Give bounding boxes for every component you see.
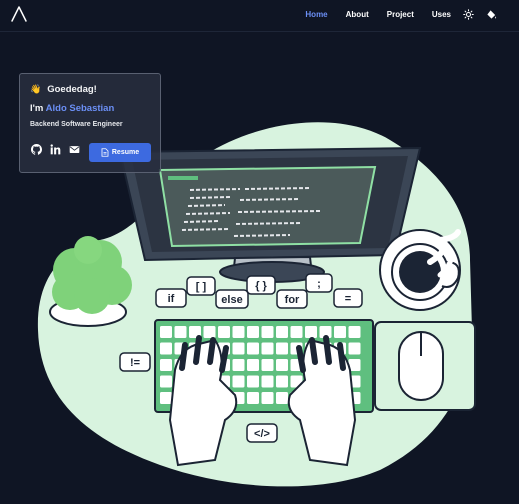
keyboard-key [232,342,245,355]
social-links [31,144,88,155]
keyboard-key [334,326,346,338]
keyboard-key [305,326,317,338]
keyboard-key [247,375,259,388]
waving-hand-icon: 👋 [30,84,42,94]
resume-button[interactable]: Resume [89,143,151,162]
bubble-if: if [155,288,187,308]
document-icon [101,148,109,157]
coffee-cup-icon [379,229,461,311]
resume-label: Resume [111,149,140,156]
bubble-for: for [276,289,308,309]
mouse-icon [374,321,476,411]
greeting: 👋 Goededag! [30,84,160,95]
keyboard-key [276,392,288,404]
keyboard-key [247,359,259,371]
keyboard-key [261,342,274,355]
keyboard-key [261,326,274,338]
svg-text:{ }: { } [255,280,267,292]
bubble-else: else [215,289,249,309]
author-name: Aldo Sebastian [45,103,115,114]
keyboard-key [160,392,172,404]
keyboard-key [218,326,230,338]
svg-text:!=: != [130,357,140,369]
keyboard-key [348,326,361,338]
role: Backend Software Engineer [30,121,123,128]
svg-text:if: if [168,293,175,305]
keyboard-key [160,342,172,355]
bubble-equals: = [333,288,363,308]
keyboard-key [348,342,361,355]
keyboard-key [247,326,259,338]
keyboard-key [247,392,259,404]
keyboard-key [160,326,172,338]
hero-card: 👋 Goededag! I'm Aldo Sebastian Backend S… [19,73,161,173]
mail-icon[interactable] [69,144,80,155]
keyboard-key [160,375,172,388]
bubble-not-equals: != [119,352,151,372]
keyboard-key [290,326,303,338]
bubble-semicolon: ; [305,273,333,293]
keyboard-key [232,326,245,338]
svg-text:=: = [345,293,351,305]
linkedin-icon[interactable] [50,144,61,155]
keyboard-key [203,326,216,338]
svg-text:else: else [221,294,242,306]
bubble-brackets: [ ] [186,276,216,296]
keyboard-key [276,326,288,338]
bubble-tag: </> [246,423,278,443]
svg-text:;: ; [317,278,321,290]
keyboard-key [160,359,172,371]
keyboard-key [232,375,245,388]
keyboard-key [276,375,288,388]
keyboard-key [247,342,259,355]
keyboard-key [276,342,288,355]
keyboard-key [261,359,274,371]
svg-text:</>: </> [254,428,270,440]
keyboard-key [174,326,187,338]
greeting-text: Goededag! [47,84,97,95]
keyboard-key [232,359,245,371]
keyboard-key [261,375,274,388]
svg-text:[ ]: [ ] [196,281,207,293]
svg-text:for: for [285,294,300,306]
github-icon[interactable] [31,144,42,155]
keyboard-key [276,359,288,371]
intro-prefix: I'm [30,103,46,114]
keyboard-key [261,392,274,404]
intro: I'm Aldo Sebastian [30,103,160,114]
bubble-braces: { } [246,275,276,295]
